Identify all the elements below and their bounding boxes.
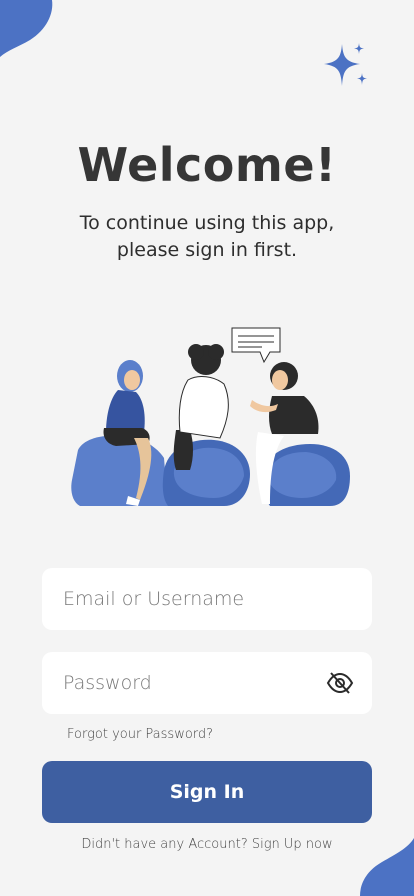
- subtitle-line-2: please sign in first.: [116, 239, 298, 261]
- sparkles-icon: [324, 43, 367, 86]
- email-field[interactable]: [63, 588, 313, 610]
- password-field-container[interactable]: [42, 652, 372, 714]
- people-chatting-illustration: [71, 327, 350, 506]
- corner-blob-top-left: [0, 0, 53, 57]
- subtitle-line-1: To continue using this app,: [79, 212, 335, 234]
- signup-prompt-row: Didn't have any Account? Sign Up now: [0, 837, 414, 852]
- email-field-container[interactable]: [42, 568, 372, 630]
- signup-prompt-text: Didn't have any Account?: [81, 837, 248, 852]
- forgot-password-link[interactable]: Forgot your Password?: [67, 727, 213, 742]
- signup-link[interactable]: Sign Up now: [252, 837, 333, 852]
- eye-off-icon[interactable]: [326, 671, 354, 695]
- page-title: Welcome!: [77, 138, 337, 192]
- password-field[interactable]: [63, 672, 313, 694]
- subtitle: To continue using this app, please sign …: [0, 210, 414, 264]
- sign-in-button[interactable]: Sign In: [42, 761, 372, 823]
